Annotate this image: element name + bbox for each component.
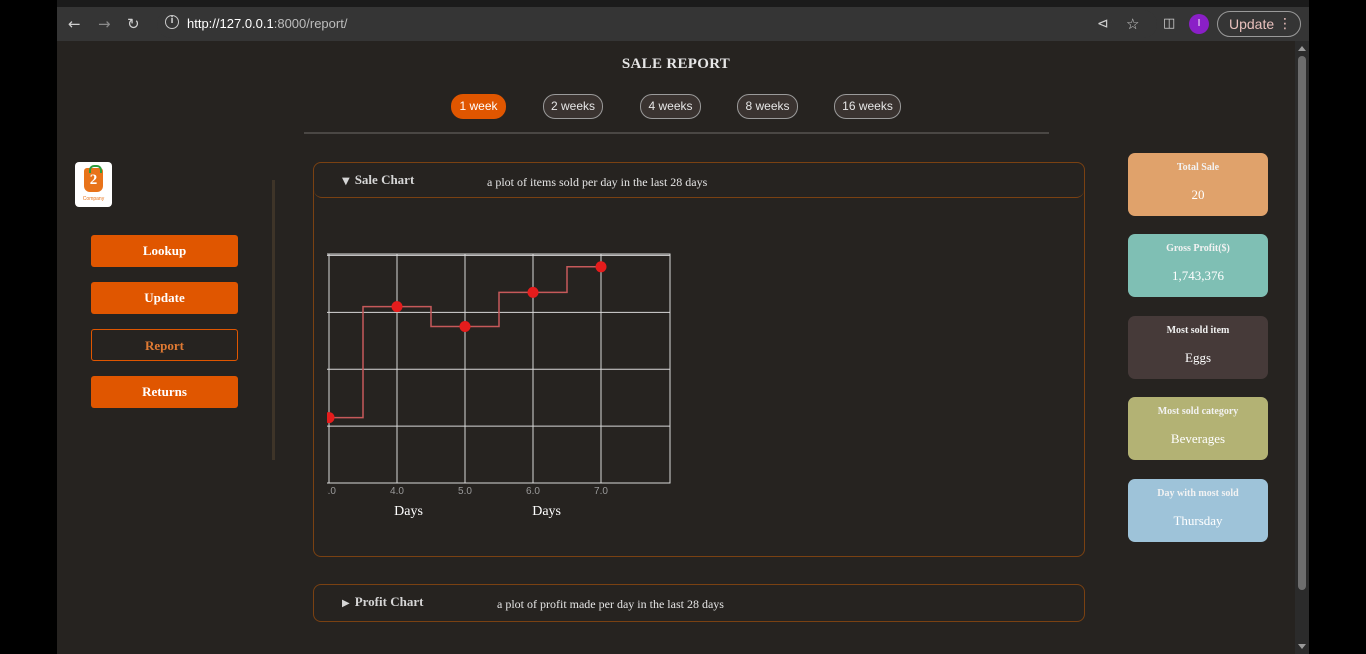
header-divider	[304, 132, 1049, 134]
data-point	[391, 301, 403, 313]
stat-card-most-sold-category: Most sold category Beverages	[1128, 397, 1268, 460]
sale-chart-title-text: Sale Chart	[354, 172, 415, 187]
x-tick-label: 7.0	[594, 486, 608, 497]
company-logo[interactable]: 2 Company	[75, 162, 112, 207]
stat-value: 20	[1191, 187, 1205, 202]
shopping-bag-icon: 2	[84, 165, 103, 192]
caret-down-icon: ▼	[342, 176, 350, 187]
sale-chart-title[interactable]: ▼ Sale Chart	[342, 172, 414, 188]
url-path: :8000/report/	[273, 16, 348, 31]
browser-toolbar: ← → ↻ i http://127.0.0.1:8000/report/ ⊲ …	[57, 7, 1309, 41]
profit-chart-title-text: Profit Chart	[354, 594, 424, 609]
address-bar[interactable]: i http://127.0.0.1:8000/report/	[157, 10, 1157, 38]
browser-window: ← → ↻ i http://127.0.0.1:8000/report/ ⊲ …	[57, 0, 1309, 654]
caret-right-icon: ▶	[342, 598, 350, 609]
reload-icon[interactable]: ↻	[127, 15, 140, 33]
browser-update-button[interactable]: Update ⋮	[1217, 11, 1301, 37]
sale-chart: 02004006008001.02.03.04.05.06.07.0Sold C…	[327, 253, 671, 519]
stat-card-gross-profit: Gross Profit($) 1,743,376	[1128, 234, 1268, 297]
sale-chart-description: a plot of items sold per day in the last…	[487, 175, 708, 189]
sold-count-step-line	[327, 266, 601, 419]
info-icon[interactable]: i	[165, 15, 179, 29]
stat-card-most-sold-item: Most sold item Eggs	[1128, 316, 1268, 379]
profit-chart-panel: ▶ Profit Chart a plot of profit made per …	[313, 584, 1085, 622]
data-point	[595, 261, 607, 273]
logo-caption: Company	[82, 196, 105, 202]
period-16-weeks[interactable]: 16 weeks	[834, 94, 901, 119]
stat-card-total-sale: Total Sale 20	[1128, 153, 1268, 216]
profit-chart-summary[interactable]: ▶ Profit Chart a plot of profit made per …	[314, 585, 1084, 620]
period-8-weeks[interactable]: 8 weeks	[737, 94, 798, 119]
nav-update-button[interactable]: Update	[91, 282, 238, 314]
nav-report-button[interactable]: Report	[91, 329, 238, 361]
x-tick-label: 4.0	[390, 486, 404, 497]
period-2-weeks[interactable]: 2 weeks	[543, 94, 603, 119]
x-axis-label: Days	[532, 504, 561, 519]
x-tick-label: 3.0	[327, 486, 336, 497]
nav-lookup-button[interactable]: Lookup	[91, 235, 238, 267]
page-scrollbar[interactable]	[1295, 41, 1309, 654]
url-host: http://127.0.0.1	[187, 16, 274, 31]
stat-value: Beverages	[1170, 431, 1226, 446]
forward-icon[interactable]: →	[98, 15, 111, 33]
data-point	[327, 412, 335, 424]
stat-label: Total Sale	[1176, 162, 1220, 173]
side-panel-icon[interactable]: ◫	[1163, 15, 1175, 33]
stat-label: Most sold item	[1166, 325, 1230, 336]
scroll-down-icon[interactable]	[1298, 644, 1306, 649]
stat-label: Day with most sold	[1157, 488, 1239, 499]
url-text[interactable]: http://127.0.0.1:8000/report/	[187, 16, 347, 31]
page-title: SALE REPORT	[621, 56, 731, 72]
data-point	[527, 286, 539, 298]
data-point	[459, 321, 471, 333]
plot-frame	[327, 253, 671, 484]
more-icon[interactable]: ⋮	[1278, 12, 1292, 36]
stat-value: 1,743,376	[1172, 268, 1224, 283]
scrollbar-thumb[interactable]	[1298, 56, 1306, 590]
period-1-week[interactable]: 1 week	[451, 94, 506, 119]
tab-strip	[57, 0, 1309, 7]
stat-label: Gross Profit($)	[1166, 243, 1230, 254]
profit-chart-title[interactable]: ▶ Profit Chart	[342, 594, 423, 610]
share-icon[interactable]: ⊲	[1097, 15, 1109, 33]
period-selector: 1 week 2 weeks 4 weeks 8 weeks 16 weeks	[57, 94, 1295, 120]
profile-avatar[interactable]: I	[1189, 14, 1209, 34]
screen: ← → ↻ i http://127.0.0.1:8000/report/ ⊲ …	[0, 0, 1366, 654]
back-icon[interactable]: ←	[68, 15, 81, 33]
profit-chart-description: a plot of profit made per day in the las…	[497, 597, 724, 611]
period-4-weeks[interactable]: 4 weeks	[640, 94, 701, 119]
stat-card-day-most-sold: Day with most sold Thursday	[1128, 479, 1268, 542]
x-tick-label: 5.0	[458, 486, 472, 497]
stat-label: Most sold category	[1157, 406, 1239, 417]
scroll-up-icon[interactable]	[1298, 46, 1306, 51]
x-tick-label: 6.0	[526, 486, 540, 497]
star-icon[interactable]: ☆	[1126, 15, 1139, 33]
page-viewport: SALE REPORT 1 week 2 weeks 4 weeks 8 wee…	[57, 41, 1295, 654]
sidebar-divider	[272, 180, 275, 460]
stat-value: Thursday	[1173, 513, 1223, 528]
nav-returns-button[interactable]: Returns	[91, 376, 238, 408]
x-axis-label: Days	[394, 504, 423, 519]
stat-value: Eggs	[1185, 350, 1211, 365]
browser-update-label: Update	[1229, 16, 1275, 32]
sale-chart-summary[interactable]: ▼ Sale Chart a plot of items sold per day…	[314, 163, 1084, 198]
